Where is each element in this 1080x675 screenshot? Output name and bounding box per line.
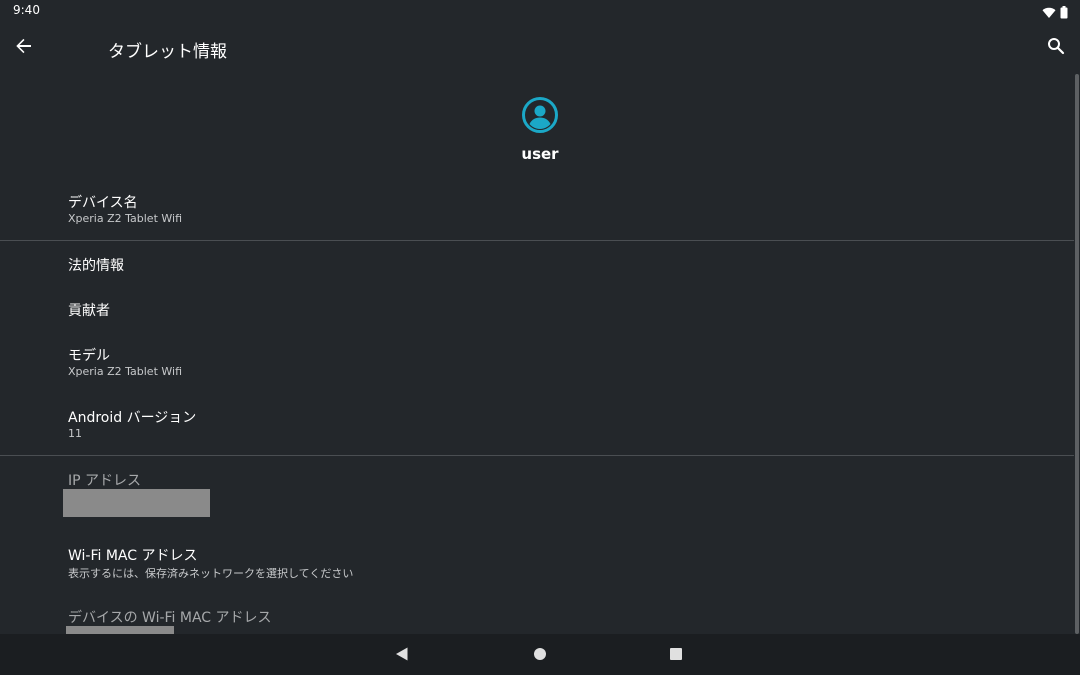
wifi-icon	[1042, 4, 1056, 23]
arrow-back-icon	[15, 37, 33, 59]
settings-screen: 9:40 タブレット情報 user デバイス名 Xperia Z2 Tablet…	[0, 0, 1080, 675]
ip-address-title: IP アドレス	[68, 473, 142, 489]
nav-home-button[interactable]	[529, 644, 551, 666]
device-wifi-mac-redacted	[66, 626, 174, 634]
status-bar: 9:40	[0, 0, 1080, 22]
device-name-title: デバイス名	[68, 195, 138, 211]
page-title: タブレット情報	[108, 42, 227, 62]
back-triangle-icon	[395, 646, 409, 665]
search-icon	[1047, 37, 1065, 59]
contributors-item[interactable]: 貢献者	[0, 286, 1074, 331]
model-title: モデル	[68, 348, 110, 364]
wifi-mac-title: Wi-Fi MAC アドレス	[68, 548, 198, 564]
user-name: user	[521, 145, 559, 163]
legal-info-item[interactable]: 法的情報	[0, 241, 1074, 286]
android-version-title: Android バージョン	[68, 410, 197, 426]
model-summary: Xperia Z2 Tablet Wifi	[68, 365, 183, 378]
device-name-item[interactable]: デバイス名 Xperia Z2 Tablet Wifi	[0, 184, 1074, 240]
search-button[interactable]	[1042, 34, 1070, 62]
app-bar: タブレット情報	[0, 24, 1080, 70]
account-circle-icon	[521, 96, 559, 134]
status-icons	[1042, 4, 1068, 23]
android-version-summary: 11	[68, 427, 82, 440]
nav-back-button[interactable]	[391, 644, 413, 666]
device-wifi-mac-item: デバイスの Wi-Fi MAC アドレス	[0, 594, 1074, 634]
recents-square-icon	[669, 646, 683, 665]
battery-icon	[1060, 4, 1068, 23]
contributors-title: 貢献者	[68, 303, 110, 319]
android-version-item[interactable]: Android バージョン 11	[0, 393, 1074, 455]
model-item[interactable]: モデル Xperia Z2 Tablet Wifi	[0, 331, 1074, 393]
status-time: 9:40	[13, 3, 40, 17]
legal-info-title: 法的情報	[68, 258, 124, 274]
ip-address-item: IP アドレス	[0, 456, 1074, 528]
navigation-bar	[0, 634, 1080, 675]
device-name-summary: Xperia Z2 Tablet Wifi	[68, 212, 183, 225]
wifi-mac-item[interactable]: Wi-Fi MAC アドレス 表示するには、保存済みネットワークを選択してくださ…	[0, 528, 1074, 594]
ip-address-redacted	[63, 489, 210, 517]
nav-recents-button[interactable]	[665, 644, 687, 666]
home-circle-icon	[533, 646, 547, 665]
wifi-mac-summary: 表示するには、保存済みネットワークを選択してください	[68, 567, 354, 580]
device-wifi-mac-title: デバイスの Wi-Fi MAC アドレス	[68, 610, 272, 626]
back-button[interactable]	[10, 34, 38, 62]
